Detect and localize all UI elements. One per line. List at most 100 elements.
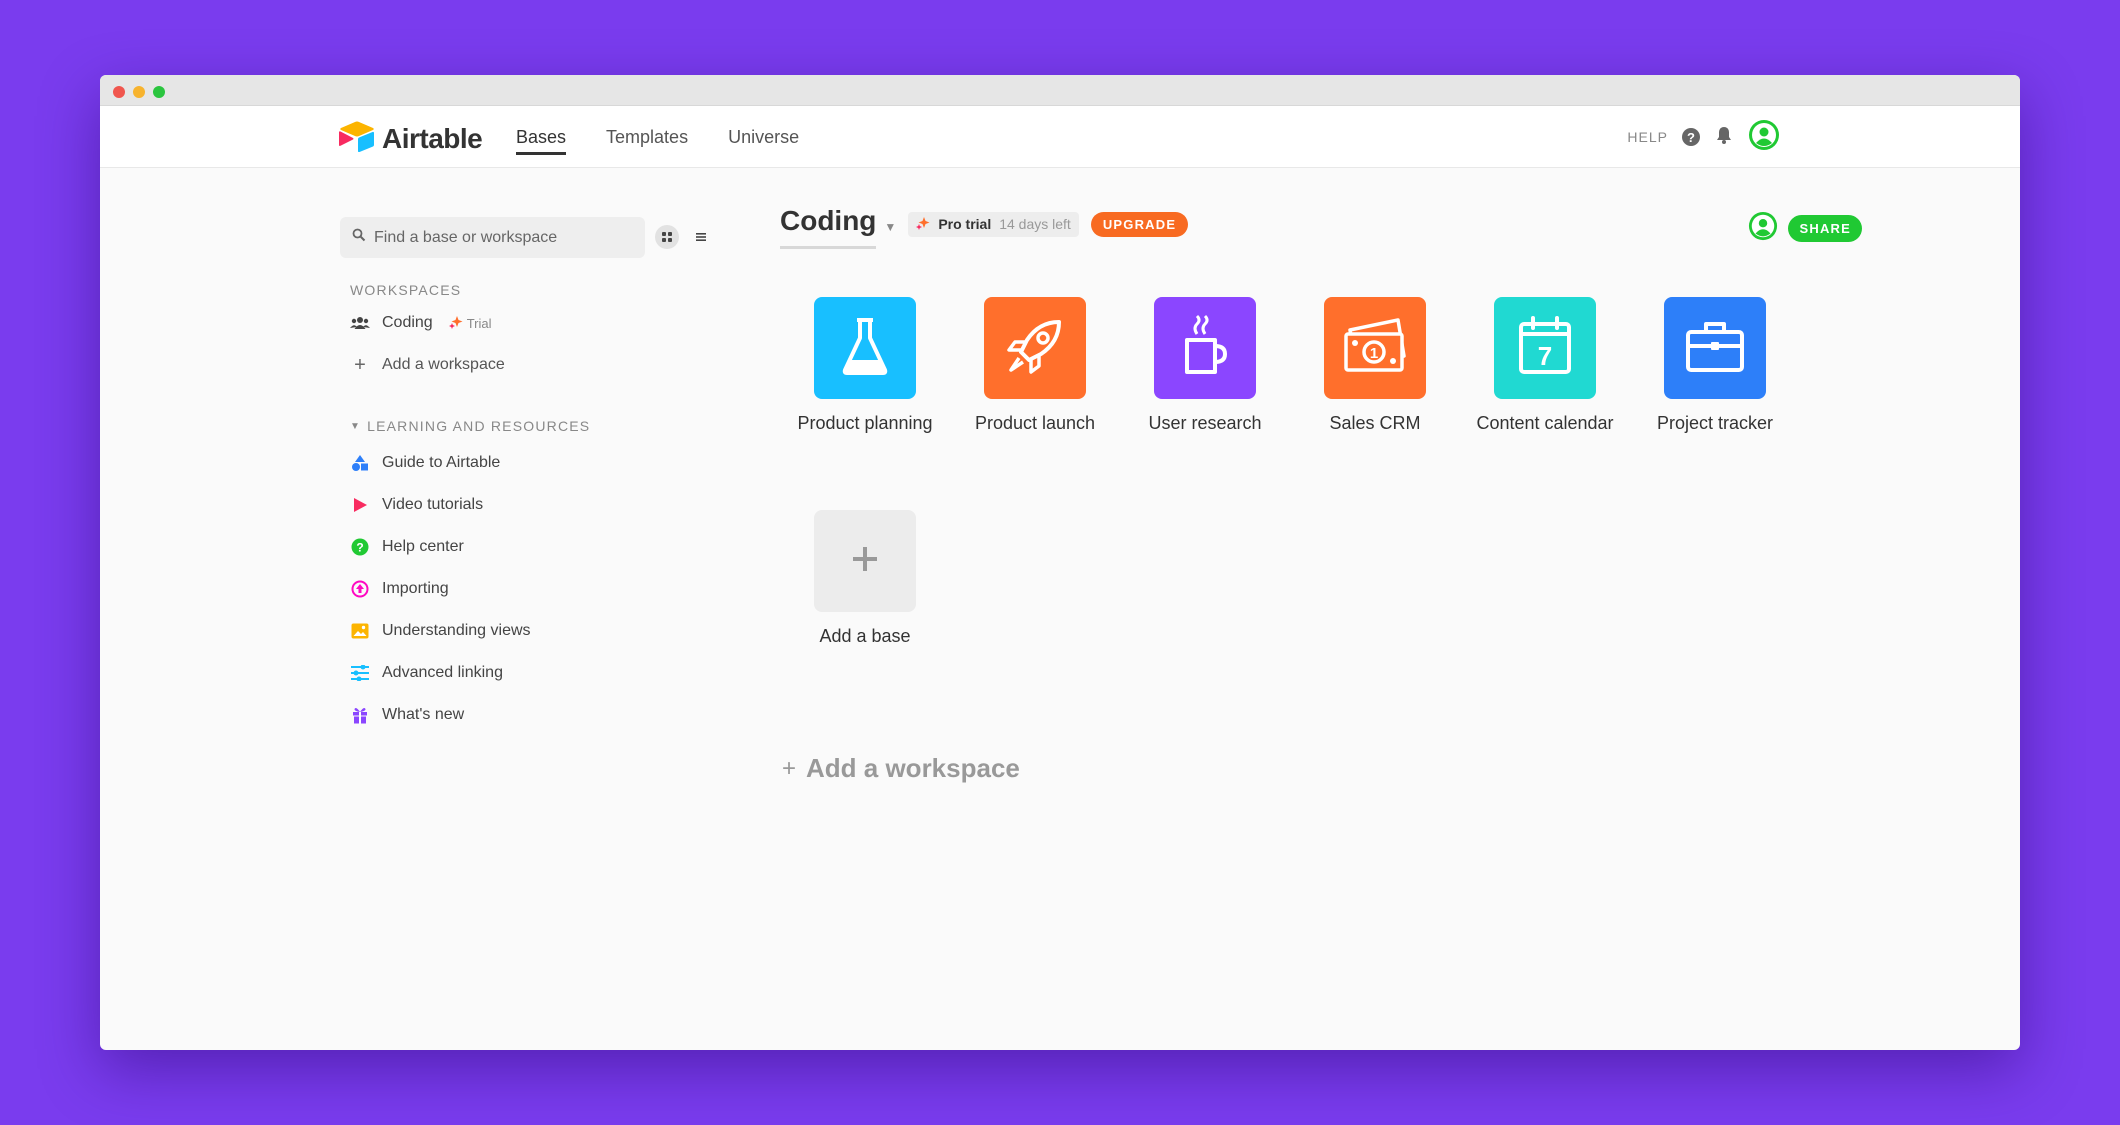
workspace-name: Coding: [382, 314, 433, 332]
workspace-title[interactable]: Coding: [780, 205, 876, 243]
workspaces-heading: WORKSPACES: [350, 282, 720, 298]
understanding-views-label: Understanding views: [382, 622, 531, 640]
base-name: Sales CRM: [1329, 413, 1420, 434]
help-link[interactable]: HELP: [1627, 129, 1668, 145]
upload-icon: [350, 579, 370, 599]
share-button[interactable]: SHARE: [1788, 215, 1862, 242]
window-titlebar: [100, 75, 2020, 106]
user-avatar[interactable]: [1748, 119, 1780, 156]
trial-badge: Trial: [449, 315, 492, 332]
rocket-icon: [1003, 314, 1067, 383]
base-tile: [984, 297, 1086, 399]
resources-title: LEARNING AND RESOURCES: [367, 418, 590, 434]
top-nav: Airtable Bases Templates Universe HELP ?: [100, 106, 2020, 168]
base-user-research[interactable]: User research: [1120, 297, 1290, 434]
video-tutorials-label: Video tutorials: [382, 496, 483, 514]
base-tile: 7: [1494, 297, 1596, 399]
list-view-icon[interactable]: [689, 225, 713, 249]
sidebar-item-video-tutorials[interactable]: Video tutorials: [350, 484, 720, 526]
calendar-day: 7: [1538, 341, 1552, 371]
base-content-calendar[interactable]: 7 Content calendar: [1460, 297, 1630, 434]
bases-grid: Product planning Product launch User res…: [780, 297, 1800, 434]
resources-list: Guide to Airtable Video tutorials ? Help…: [340, 442, 720, 736]
add-base-label: Add a base: [819, 626, 910, 647]
base-product-planning[interactable]: Product planning: [780, 297, 950, 434]
collaborator-avatar[interactable]: [1748, 211, 1778, 246]
image-icon: [350, 621, 370, 641]
base-name: Product planning: [797, 413, 932, 434]
airtable-logo[interactable]: Airtable: [338, 120, 482, 157]
plus-icon: +: [350, 355, 370, 375]
base-name: Content calendar: [1476, 413, 1613, 434]
sparkle-icon: [449, 315, 463, 332]
add-workspace-button[interactable]: + Add a workspace: [782, 753, 1020, 784]
sparkle-icon: [916, 216, 930, 233]
maximize-window-button[interactable]: [153, 86, 165, 98]
bell-icon[interactable]: [1714, 125, 1734, 150]
svg-text:?: ?: [356, 541, 363, 555]
upgrade-button[interactable]: UPGRADE: [1091, 212, 1188, 237]
briefcase-icon: [1684, 318, 1746, 379]
importing-label: Importing: [382, 580, 449, 598]
sidebar-item-help-center[interactable]: ? Help center: [350, 526, 720, 568]
nav-right-controls: HELP ?: [1627, 106, 1780, 168]
search-input[interactable]: Find a base or workspace: [340, 217, 645, 258]
base-tile: 1: [1324, 297, 1426, 399]
airtable-logo-icon: [338, 120, 376, 157]
base-tile: [1154, 297, 1256, 399]
help-question-icon[interactable]: ?: [1682, 128, 1700, 146]
share-controls: SHARE: [1748, 211, 1862, 246]
search-placeholder: Find a base or workspace: [374, 229, 557, 247]
tab-universe[interactable]: Universe: [728, 106, 799, 168]
resources-heading[interactable]: ▼ LEARNING AND RESOURCES: [350, 418, 720, 434]
base-tile: [1664, 297, 1766, 399]
grid-view-icon[interactable]: [655, 225, 679, 249]
sidebar-add-workspace[interactable]: + Add a workspace: [350, 344, 720, 386]
mug-icon: [1175, 314, 1235, 383]
add-workspace-main-label: Add a workspace: [806, 753, 1020, 784]
base-project-tracker[interactable]: Project tracker: [1630, 297, 1800, 434]
add-base-tile: [814, 510, 916, 612]
add-workspace-label: Add a workspace: [382, 356, 505, 374]
whats-new-label: What's new: [382, 706, 464, 724]
tab-templates[interactable]: Templates: [606, 106, 688, 168]
sidebar-item-importing[interactable]: Importing: [350, 568, 720, 610]
base-sales-crm[interactable]: 1 Sales CRM: [1290, 297, 1460, 434]
calendar-icon: 7: [1515, 314, 1575, 383]
base-name: User research: [1148, 413, 1261, 434]
close-window-button[interactable]: [113, 86, 125, 98]
people-icon: [350, 313, 370, 333]
base-tile: [814, 297, 916, 399]
money-icon: 1: [1342, 316, 1408, 381]
sidebar-item-coding[interactable]: Coding Trial: [350, 302, 720, 344]
airtable-logo-text: Airtable: [382, 123, 482, 155]
sidebar-item-understanding-views[interactable]: Understanding views: [350, 610, 720, 652]
link-lines-icon: [350, 663, 370, 683]
minimize-window-button[interactable]: [133, 86, 145, 98]
add-base-button[interactable]: Add a base: [780, 510, 950, 647]
svg-text:1: 1: [1370, 345, 1378, 362]
sidebar-item-guide[interactable]: Guide to Airtable: [350, 442, 720, 484]
base-product-launch[interactable]: Product launch: [950, 297, 1120, 434]
trial-label: Trial: [467, 316, 492, 331]
play-icon: [350, 495, 370, 515]
pro-trial-badge: Pro trial 14 days left: [908, 212, 1079, 237]
sidebar-search-row: Find a base or workspace: [340, 217, 720, 258]
days-left-label: 14 days left: [999, 216, 1071, 232]
shapes-icon: [350, 453, 370, 473]
sidebar-item-advanced-linking[interactable]: Advanced linking: [350, 652, 720, 694]
base-name: Project tracker: [1657, 413, 1773, 434]
plus-icon: +: [782, 755, 796, 783]
advanced-linking-label: Advanced linking: [382, 664, 503, 682]
workspace-main: Coding ▼ Pro trial 14 days left UPGRADE …: [780, 205, 1880, 905]
workspace-header: Coding ▼ Pro trial 14 days left UPGRADE: [780, 205, 1188, 243]
view-toggles: [655, 225, 713, 249]
pro-trial-label: Pro trial: [938, 216, 991, 232]
help-center-label: Help center: [382, 538, 464, 556]
question-icon: ?: [350, 537, 370, 557]
workspace-menu-caret-icon[interactable]: ▼: [884, 220, 896, 234]
tab-bases[interactable]: Bases: [516, 106, 566, 168]
plus-icon: [850, 539, 880, 584]
sidebar-item-whats-new[interactable]: What's new: [350, 694, 720, 736]
flask-icon: [835, 314, 895, 383]
